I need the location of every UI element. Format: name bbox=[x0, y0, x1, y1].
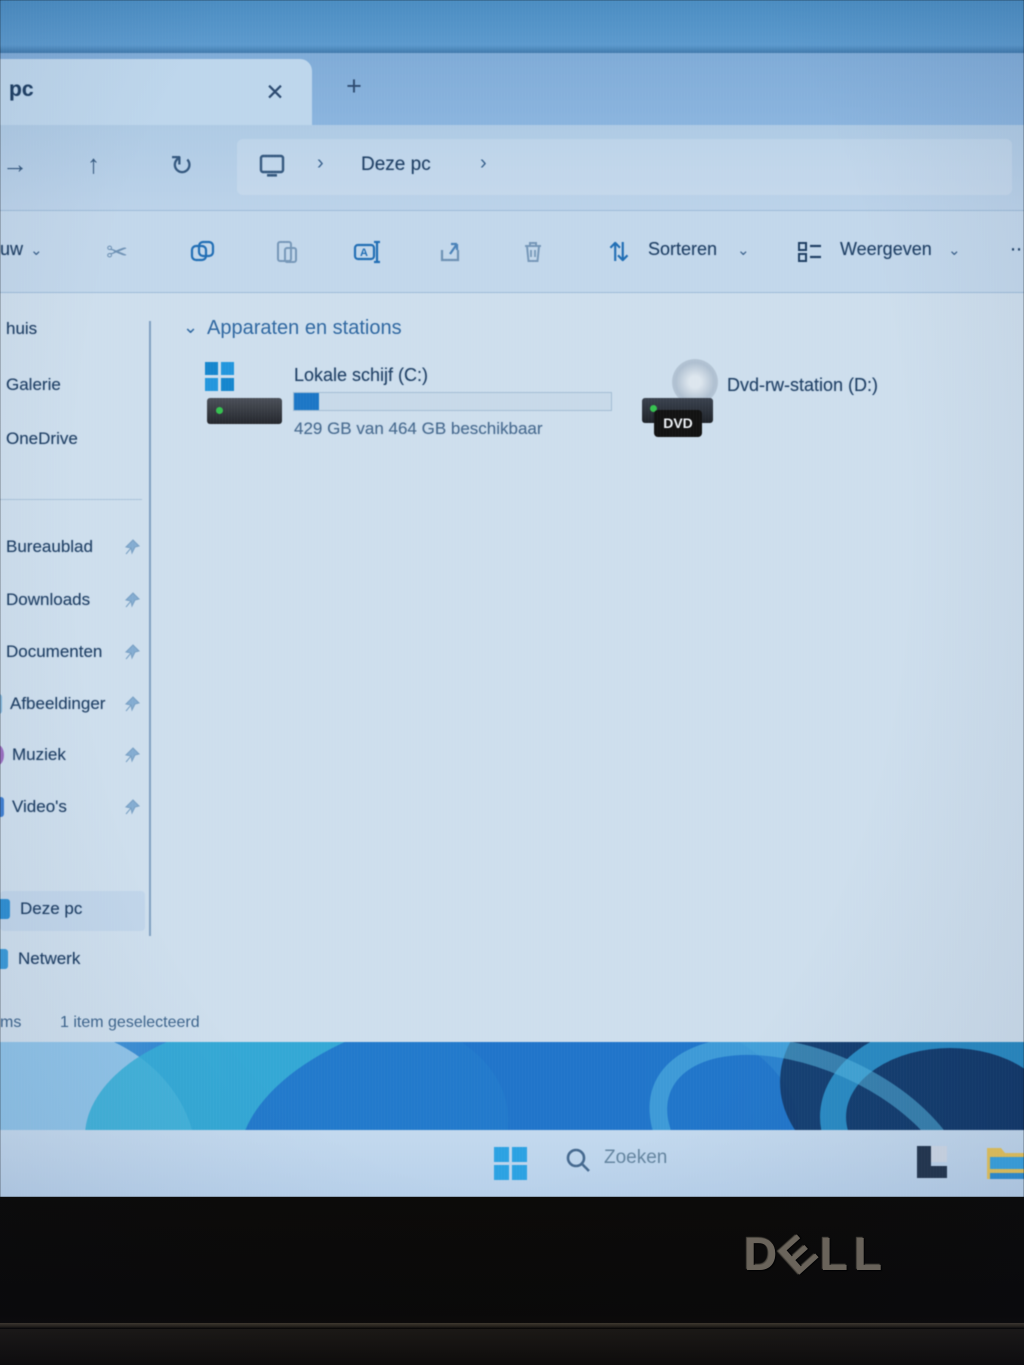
more-options-icon[interactable]: ⋯ bbox=[1010, 239, 1024, 260]
laptop-screen: pc ✕ + → ↑ ↻ › Deze pc › uw ⌄ ✂ bbox=[0, 0, 1024, 1197]
search-icon[interactable] bbox=[563, 1145, 593, 1180]
status-bar: ms 1 item geselecteerd bbox=[0, 1006, 1024, 1042]
breadcrumb-chevron2-icon: › bbox=[480, 152, 487, 175]
drive-usage-fill bbox=[294, 393, 319, 410]
navigation-bar: → ↑ ↻ › Deze pc › bbox=[0, 125, 1024, 210]
search-input[interactable]: Zoeken bbox=[604, 1147, 667, 1169]
pin-icon bbox=[124, 644, 140, 660]
network-icon bbox=[0, 949, 8, 969]
pin-icon bbox=[124, 539, 140, 555]
sidebar-label: Documenten bbox=[6, 642, 102, 662]
svg-text:A: A bbox=[360, 247, 368, 259]
file-explorer-taskbar-icon[interactable] bbox=[984, 1140, 1024, 1191]
drive-item-c[interactable]: Lokale schijf (C:) 429 GB van 464 GB bes… bbox=[0, 293, 660, 453]
sidebar-label: Bureaublad bbox=[6, 537, 93, 557]
sidebar-item-network[interactable]: Netwerk bbox=[0, 941, 150, 981]
refresh-icon[interactable]: ↻ bbox=[170, 149, 193, 182]
view-icon bbox=[793, 235, 827, 269]
sidebar-item-documents[interactable]: Documenten bbox=[0, 634, 150, 674]
view-button[interactable]: Weergeven bbox=[840, 239, 932, 260]
sidebar-item-downloads[interactable]: Downloads bbox=[0, 582, 150, 622]
taskbar: Zoeken bbox=[0, 1130, 1024, 1197]
status-item-count: ms bbox=[0, 1014, 21, 1032]
drive-c-name: Lokale schijf (C:) bbox=[294, 365, 428, 386]
sidebar-label: Afbeeldinger bbox=[10, 694, 105, 714]
desktop-wallpaper-top bbox=[0, 0, 1024, 53]
rename-icon[interactable]: A bbox=[350, 235, 384, 269]
copy-icon[interactable] bbox=[186, 235, 220, 269]
dvd-badge: DVD bbox=[654, 410, 702, 437]
sidebar-label: Netwerk bbox=[18, 949, 80, 969]
drive-item-dvd[interactable]: DVD Dvd-rw-station (D:) bbox=[620, 293, 920, 453]
up-icon[interactable]: ↑ bbox=[87, 149, 100, 180]
tab-title: pc bbox=[9, 78, 34, 102]
file-explorer-window: pc ✕ + → ↑ ↻ › Deze pc › uw ⌄ ✂ bbox=[0, 53, 1024, 1042]
address-bar[interactable]: › Deze pc › bbox=[237, 139, 1012, 195]
view-chevron-icon: ⌄ bbox=[948, 241, 961, 259]
window-body: huis Galerie OneDrive Bureaublad Downloa… bbox=[0, 293, 1024, 1006]
breadcrumb-chevron-icon: › bbox=[317, 152, 324, 175]
sidebar-divider bbox=[0, 499, 142, 500]
start-button-icon[interactable] bbox=[494, 1147, 527, 1180]
breadcrumb-deze-pc[interactable]: Deze pc bbox=[361, 154, 431, 176]
tab-close-icon[interactable]: ✕ bbox=[256, 73, 294, 111]
share-icon[interactable] bbox=[434, 235, 468, 269]
laptop-deck bbox=[0, 1329, 1024, 1365]
new-tab-button[interactable]: + bbox=[334, 67, 374, 107]
dell-logo: DELL bbox=[744, 1227, 888, 1281]
delete-icon[interactable] bbox=[516, 235, 550, 269]
status-selection: 1 item geselecteerd bbox=[60, 1014, 200, 1032]
paste-icon[interactable] bbox=[270, 235, 304, 269]
sort-icon: ⇅ bbox=[602, 235, 636, 269]
this-pc-icon bbox=[257, 151, 287, 186]
command-toolbar: uw ⌄ ✂ A ⇅ Sorteren ⌄ bbox=[0, 210, 1024, 293]
laptop-bezel: DELL bbox=[0, 1197, 1024, 1365]
tab-deze-pc[interactable]: pc ✕ bbox=[0, 59, 312, 125]
pictures-icon bbox=[0, 694, 2, 714]
sidebar-item-this-pc[interactable]: Deze pc bbox=[0, 891, 145, 931]
pin-icon bbox=[124, 799, 140, 815]
pin-icon bbox=[124, 747, 140, 763]
sidebar-item-pictures[interactable]: Afbeeldinger bbox=[0, 686, 150, 726]
new-chevron-icon: ⌄ bbox=[30, 241, 43, 259]
sidebar-item-desktop[interactable]: Bureaublad bbox=[0, 529, 150, 569]
forward-icon[interactable]: → bbox=[2, 149, 28, 180]
pin-icon bbox=[124, 592, 140, 608]
cut-icon[interactable]: ✂ bbox=[100, 235, 134, 269]
sidebar-item-videos[interactable]: Video's bbox=[0, 789, 150, 829]
sidebar-label: Downloads bbox=[6, 590, 90, 610]
sidebar-item-music[interactable]: Muziek bbox=[0, 737, 150, 777]
sidebar-label: Video's bbox=[12, 797, 67, 817]
sidebar-label: Deze pc bbox=[20, 899, 82, 919]
music-icon bbox=[0, 745, 4, 765]
sort-button[interactable]: Sorteren bbox=[648, 239, 717, 260]
sort-chevron-icon: ⌄ bbox=[737, 241, 750, 259]
taskbar-app-l-icon[interactable] bbox=[911, 1142, 951, 1187]
drive-dvd-name: Dvd-rw-station (D:) bbox=[727, 375, 878, 396]
this-pc-sidebar-icon bbox=[0, 899, 10, 919]
desktop-wallpaper-bloom bbox=[0, 1042, 1024, 1130]
drive-c-capacity: 429 GB van 464 GB beschikbaar bbox=[294, 419, 543, 439]
videos-icon bbox=[0, 797, 4, 817]
drive-usage-bar bbox=[293, 392, 612, 411]
pin-icon bbox=[124, 696, 140, 712]
tab-bar: pc ✕ + bbox=[0, 53, 1024, 125]
sidebar-label: Muziek bbox=[12, 745, 66, 765]
new-button[interactable]: uw bbox=[0, 239, 23, 260]
